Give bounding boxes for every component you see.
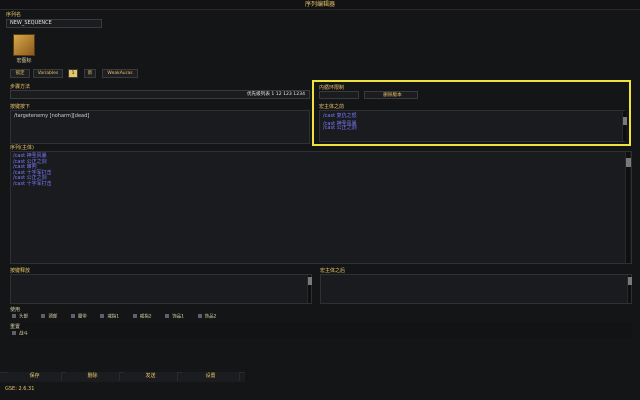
send-button[interactable]: 发送: [124, 372, 178, 381]
delete-button[interactable]: 删除: [66, 372, 120, 381]
use-option[interactable]: 腰带: [70, 314, 99, 321]
tab-lock[interactable]: 锁定: [10, 69, 30, 78]
tab-variables[interactable]: Variables: [33, 69, 63, 78]
tab-version-1[interactable]: 1: [68, 69, 78, 78]
pre-macro-scrollbar[interactable]: [622, 111, 627, 141]
pre-macro-box[interactable]: /cast 复仇之怒 /cast 神圣风暴 /cast 公正之剑: [319, 110, 625, 142]
keyrelease-box[interactable]: [10, 274, 312, 304]
use-options-row: 头部 颈部 腰带 戒指1 戒指2 饰品1 饰品2: [12, 314, 252, 321]
checkbox-icon[interactable]: [12, 331, 16, 335]
macro-body-scroll-thumb[interactable]: [626, 158, 631, 167]
sequence-name-input[interactable]: NEW_SEQUENCE: [6, 19, 102, 28]
pre-macro-line: /cast 公正之剑: [323, 125, 357, 132]
post-macro-scroll-thumb[interactable]: [628, 277, 632, 285]
delete-version-button[interactable]: 删除版本: [364, 91, 418, 99]
keypress-text: /targetenemy [noharm][dead]: [14, 113, 90, 119]
macro-body-line: /cast 十字军打击: [13, 180, 52, 187]
sequence-name-label: 序列名: [6, 12, 22, 18]
window-title: 序列编辑器: [0, 0, 640, 9]
reset-option[interactable]: 战斗: [12, 331, 28, 338]
post-macro-scrollbar[interactable]: [627, 275, 632, 303]
keyrelease-scroll-thumb[interactable]: [308, 277, 312, 285]
macro-body-scrollbar[interactable]: [625, 152, 631, 263]
macro-icon-label: 宏图标: [16, 58, 32, 64]
use-option[interactable]: 颈部: [41, 314, 69, 321]
post-macro-box[interactable]: [320, 274, 632, 304]
version-text: GSE: 2.6.31: [5, 386, 35, 392]
checkbox-icon[interactable]: [197, 314, 202, 318]
macro-icon[interactable]: [13, 34, 35, 56]
keypress-box[interactable]: /targetenemy [noharm][dead]: [10, 110, 310, 144]
reset-section: [10, 322, 632, 338]
macro-body-line: /cast 神圣风暴: [13, 153, 47, 159]
use-option[interactable]: 戒指1: [100, 314, 131, 321]
checkbox-icon[interactable]: [70, 314, 75, 318]
tab-weakauras[interactable]: WeakAuras: [102, 69, 138, 78]
use-option[interactable]: 戒指2: [132, 314, 164, 321]
save-button[interactable]: 保存: [8, 372, 62, 381]
inner-loop-input[interactable]: [319, 91, 359, 99]
step-function-select[interactable]: 优先级列表 1 12 123 1234: [10, 90, 310, 99]
use-option[interactable]: 头部: [12, 314, 40, 321]
use-option[interactable]: 饰品2: [197, 314, 229, 321]
reset-label: 重置: [10, 324, 21, 330]
use-option[interactable]: 饰品1: [165, 314, 196, 321]
tab-new[interactable]: 新: [84, 69, 96, 78]
checkbox-icon[interactable]: [12, 314, 16, 318]
checkbox-icon[interactable]: [100, 314, 105, 318]
checkbox-icon[interactable]: [41, 314, 46, 318]
settings-button[interactable]: 设置: [182, 372, 240, 381]
checkbox-icon[interactable]: [165, 314, 170, 318]
keyrelease-scrollbar[interactable]: [307, 275, 312, 303]
pre-macro-scroll-thumb[interactable]: [623, 117, 627, 125]
macro-body-box[interactable]: /cast 神圣风暴 /cast 公正之剑 /cast 审判 /cast 十字军…: [10, 151, 632, 264]
use-label: 使用: [10, 307, 21, 313]
checkbox-icon[interactable]: [132, 314, 137, 318]
